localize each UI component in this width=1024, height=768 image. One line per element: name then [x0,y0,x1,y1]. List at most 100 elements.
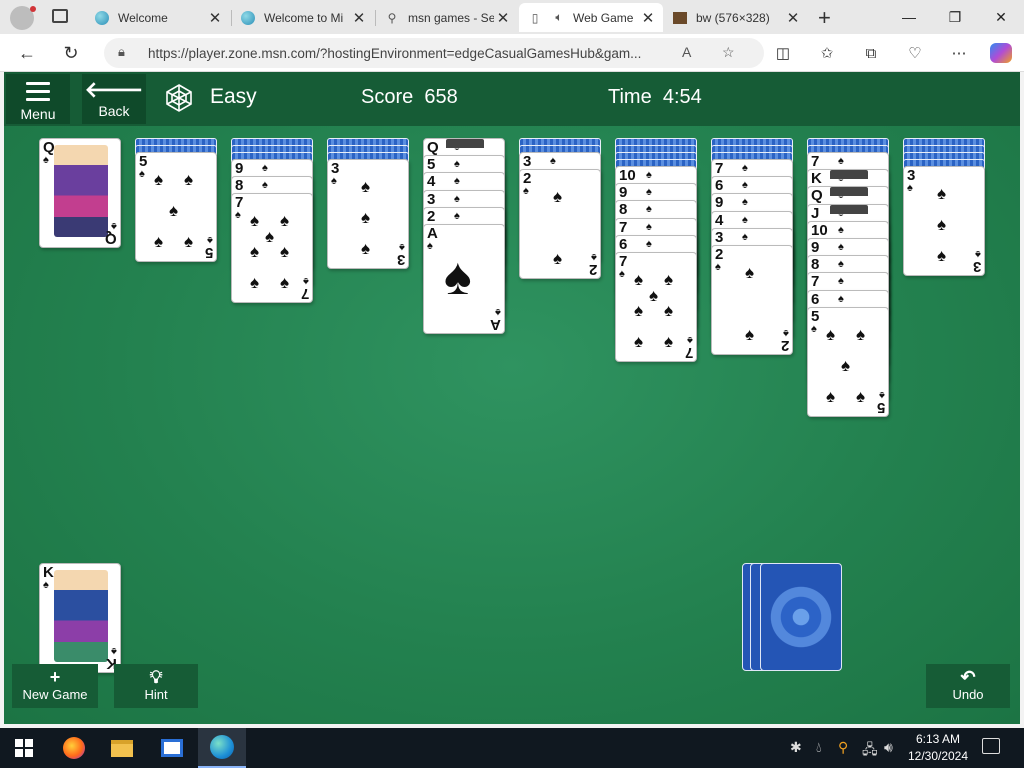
tableau-card[interactable]: 7 ♠ 7 ♠ ♠ ♠ ♠ ♠ ♠ ♠ ♠ [615,252,697,362]
tableau-card[interactable]: A ♠ A ♠ ♠ [423,224,505,334]
spade-pip-icon: ♠ [937,184,947,203]
spade-pip-icon: ♠ [838,275,844,287]
spade-pip-icon: ♠ [184,170,194,189]
water-drop-tray-icon[interactable]: 💧︎ [816,739,822,756]
clock-date: 12/30/2024 [907,749,969,763]
network-icon[interactable]: 🖧︎ [862,739,878,763]
tab-actions-icon[interactable] [52,9,68,23]
firefox-icon [63,737,85,759]
security-tray-icon[interactable]: ✱ [790,739,802,756]
close-tab-icon[interactable]: ✕ [206,9,224,27]
card-rank: 7 [684,344,693,361]
tableau-card[interactable]: 2 ♠ 2 ♠ ♠ ♠ [519,169,601,279]
card-rank: 2 [715,246,724,263]
card-rank: 4 [427,173,436,190]
crown-icon [830,205,868,214]
split-screen-icon[interactable]: ◫ [772,43,794,63]
tableau-card[interactable]: 3 ♠ 3 ♠ ♠ ♠ ♠ [327,159,409,269]
tableau-card[interactable]: 5 ♠ 5 ♠ ♠ ♠ ♠ ♠ ♠ [135,152,217,262]
close-tab-icon[interactable]: ✕ [784,9,802,27]
card-rank: 9 [811,239,820,256]
copilot-icon[interactable] [990,43,1012,63]
windows-logo-icon [15,739,33,757]
foundation-pile[interactable]: Q ♠ Q ♠ [39,138,121,248]
read-aloud-icon[interactable]: A [682,44,691,60]
card-rank: 8 [235,177,244,194]
spade-pip-icon: ♠ [742,179,748,191]
card-rank: 3 [907,167,916,184]
notifications-icon[interactable] [982,738,1000,754]
menu-button[interactable]: Menu [6,74,70,124]
firefox-taskbar-button[interactable] [50,728,98,768]
file-explorer-taskbar-button[interactable] [98,728,146,768]
spade-pip-icon: ♠ [838,155,844,167]
stock-pile[interactable] [760,563,842,671]
back-button[interactable]: 🡐 Back [82,74,146,124]
undo-button[interactable]: ↶ Undo [926,664,1010,708]
card-rank: 7 [811,153,820,170]
close-window-icon[interactable]: ✕ [978,0,1024,34]
volume-icon[interactable]: 🔊︎ [884,739,893,756]
tab-welcome-to-microsoft[interactable]: Welcome to Mi ✕ [232,3,374,32]
difficulty-label: Easy [210,85,257,108]
game-header: Menu 🡐 Back Easy Score 658 Time 4:54 [4,72,1020,126]
card-rank: 9 [715,194,724,211]
close-tab-icon[interactable]: ✕ [350,9,368,27]
back-arrow-icon[interactable]: ← [12,39,42,67]
lock-icon[interactable]: 🔒︎ [118,44,125,60]
new-game-button[interactable]: + New Game [12,664,98,708]
card-rank: A [490,316,501,333]
search-tray-icon[interactable]: ⚲ [838,739,848,756]
tab-msn-games-search[interactable]: ⚲ msn games - Se ✕ [376,3,518,32]
edge-taskbar-button[interactable] [198,728,246,768]
tableau-card[interactable]: 5 ♠ 5 ♠ ♠ ♠ ♠ ♠ ♠ [807,307,889,417]
undo-icon: ↶ [960,667,976,687]
card-rank: Q [43,139,55,156]
edge-tab-icon [240,10,256,26]
new-tab-icon[interactable]: + [818,5,831,31]
card-rank: 6 [715,177,724,194]
refresh-icon[interactable]: ↻ [56,39,86,67]
spade-pip-icon: ♠ [742,196,748,208]
crown-icon [446,139,484,148]
tab-web-game[interactable]: ▯ 🔈︎ Web Game ✕ [519,3,663,32]
more-menu-icon[interactable]: ⋯ [948,43,970,63]
tab-welcome[interactable]: Welcome ✕ [86,3,230,32]
spade-pip-icon: ♠ [856,387,866,406]
card-rank: 10 [619,167,636,184]
favorite-star-icon[interactable]: ☆ [722,44,735,61]
minimize-icon[interactable]: — [886,0,932,34]
audio-playing-icon[interactable]: 🔈︎ [551,10,567,26]
clock[interactable]: 6:13 AM 12/30/2024 [902,731,974,765]
spade-pip-icon: ♠ [742,162,748,174]
tab-bw-image[interactable]: bw (576×328) ✕ [664,3,808,32]
address-bar[interactable]: 🔒︎ https://player.zone.msn.com/?hostingE… [104,38,764,68]
card-rank: 3 [427,191,436,208]
spade-icon: ♠ [399,241,405,253]
time-value: 4:54 [662,86,702,108]
news-taskbar-button[interactable] [148,728,196,768]
collections-icon[interactable]: ⧉ [860,43,882,63]
browser-essentials-icon[interactable]: ♡ [904,43,926,63]
url-text[interactable]: https://player.zone.msn.com/?hostingEnvi… [148,46,668,61]
card-rank: K [43,564,54,581]
start-button[interactable] [0,728,48,768]
card-rank: 10 [811,222,828,239]
score-value: 658 [424,86,458,108]
plus-icon: + [49,667,61,687]
tableau-card[interactable]: 3 ♠ 3 ♠ ♠ ♠ ♠ [903,166,985,276]
close-tab-icon[interactable]: ✕ [639,9,657,27]
tableau-card[interactable]: 7 ♠ 7 ♠ ♠ ♠ ♠ ♠ ♠ ♠ ♠ [231,193,313,303]
card-rank: 7 [811,273,820,290]
spade-pip-icon: ♠ [646,203,652,215]
spade-pip-icon: ♠ [634,301,644,320]
spade-icon: ♠ [303,275,309,287]
back-label: Back [98,103,130,119]
hint-button[interactable]: 💡︎ Hint [114,664,198,708]
restore-icon[interactable]: ❐ [932,0,978,34]
card-rank: Q [427,139,439,156]
close-tab-icon[interactable]: ✕ [494,9,512,27]
spade-pip-icon: ♠ [838,241,844,253]
tableau-card[interactable]: 2 ♠ 2 ♠ ♠ ♠ [711,245,793,355]
favorites-icon[interactable]: ✩ [816,43,838,63]
